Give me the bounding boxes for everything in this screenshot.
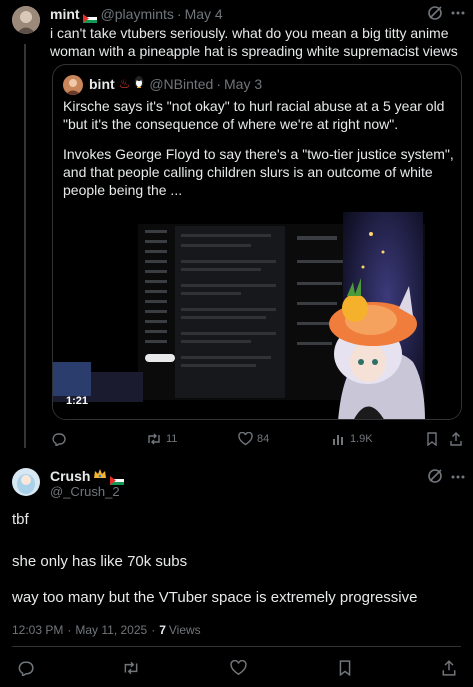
avatar-mint[interactable]	[12, 6, 40, 34]
post1-view-count: 1.9K	[350, 433, 373, 445]
more-icon-2[interactable]	[450, 470, 466, 484]
quote-date[interactable]: May 3	[224, 76, 262, 92]
grok-icon-2[interactable]	[426, 467, 444, 485]
post1-views-button[interactable]: 1.9K	[332, 432, 373, 446]
post1-bookmark-button[interactable]	[426, 432, 438, 446]
post1-dot: ·	[176, 6, 182, 22]
palestine-flag-icon	[82, 10, 97, 23]
thread-line	[24, 44, 26, 448]
video-player[interactable]: 1:21	[53, 212, 461, 419]
post2-like-button[interactable]	[230, 660, 247, 676]
views-icon	[332, 432, 346, 446]
post1-repost-count: 11	[166, 433, 178, 445]
post2-header: Crush	[50, 467, 125, 485]
quoted-post[interactable]: bint ♨ @NBinted · May 3 Kirsche says it'…	[52, 64, 462, 420]
post2-sep-2: ·	[151, 623, 156, 637]
post2-reply-button[interactable]	[18, 660, 34, 676]
avatar-mint-image	[12, 6, 40, 34]
quote-dot: ·	[216, 76, 222, 92]
post2-author-name[interactable]: Crush	[50, 468, 90, 484]
more-icon[interactable]	[450, 6, 466, 20]
post2-views-label: Views	[168, 623, 201, 637]
post2-time[interactable]: 12:03 PM	[12, 623, 63, 637]
reply-icon-2	[18, 660, 34, 676]
share-icon-2	[441, 660, 457, 676]
post1-share-button[interactable]	[449, 432, 463, 446]
penguin-icon	[133, 75, 145, 93]
palestine-flag-icon-2	[110, 472, 125, 485]
share-icon	[449, 432, 463, 446]
bookmark-icon-2	[338, 660, 352, 676]
post2-handle[interactable]: @_Crush_2	[50, 484, 120, 499]
post1-header: mint @playmints · May 4	[50, 6, 223, 23]
post2-bookmark-button[interactable]	[338, 660, 352, 676]
crown-icon	[93, 467, 107, 485]
post2-line-3: way too many but the VTuber space is ext…	[12, 589, 418, 606]
hot-springs-icon: ♨	[118, 76, 131, 91]
reply-icon	[52, 432, 66, 446]
post2-share-button[interactable]	[441, 660, 457, 676]
quote-author-name[interactable]: bint	[89, 76, 115, 92]
quote-paragraph-1: Kirsche says it's "not okay" to hurl rac…	[63, 98, 445, 132]
post1-handle[interactable]: @playmints	[101, 6, 174, 22]
post2-meta: 12:03 PM · May 11, 2025 · 7 Views	[12, 622, 201, 638]
post1-reply-button[interactable]	[52, 432, 66, 446]
quote-header: bint ♨ @NBinted · May 3	[89, 75, 262, 93]
repost-icon	[146, 432, 162, 446]
post2-line-2: she only has like 70k subs	[12, 553, 188, 570]
grok-icon[interactable]	[426, 4, 444, 22]
bookmark-icon	[426, 432, 438, 446]
avatar-crush-image	[12, 468, 40, 496]
post1-author-name[interactable]: mint	[50, 6, 80, 22]
post2-view-count: 7	[159, 623, 166, 637]
post1-date[interactable]: May 4	[185, 6, 223, 22]
post2-line-1: tbf	[12, 511, 29, 528]
like-icon-2	[230, 660, 247, 676]
post1-repost-button[interactable]: 11	[146, 432, 177, 446]
post2-date[interactable]: May 11, 2025	[75, 623, 147, 637]
post1-like-count: 84	[257, 433, 270, 445]
post1-text: i can't take vtubers seriously. what do …	[50, 25, 458, 59]
quote-paragraph-2: Invokes George Floyd to say there's a "t…	[63, 146, 454, 198]
post2-repost-button[interactable]	[122, 660, 140, 676]
post2-sep-1: ·	[67, 623, 72, 637]
post2-divider	[12, 646, 461, 647]
video-thumbnail	[53, 212, 425, 419]
like-icon	[238, 432, 253, 446]
post1-like-button[interactable]: 84	[238, 432, 269, 446]
quote-handle[interactable]: @NBinted	[149, 76, 213, 92]
video-duration: 1:21	[66, 395, 89, 407]
avatar-bint[interactable]	[63, 75, 83, 95]
avatar-crush[interactable]	[12, 468, 40, 496]
repost-icon-2	[122, 660, 140, 676]
avatar-bint-image	[63, 75, 83, 95]
